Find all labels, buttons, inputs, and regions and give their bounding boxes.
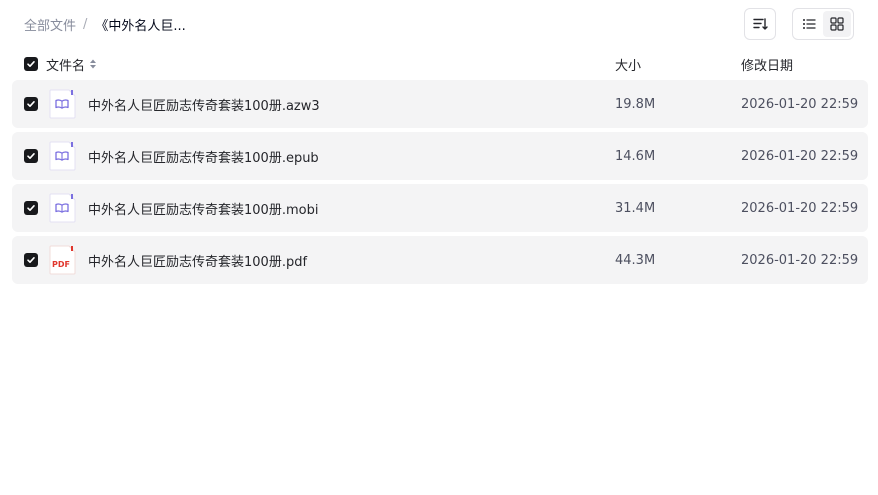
sort-list-icon <box>753 18 768 30</box>
grid-view-button[interactable] <box>823 11 851 37</box>
breadcrumb-current-folder: 《中外名人巨... <box>95 18 186 34</box>
name-column-header[interactable]: 文件名 <box>46 55 97 74</box>
file-row[interactable]: PDF 中外名人巨匠励志传奇套装100册.pdf 44.3M 2026-01-2… <box>12 236 868 284</box>
file-row[interactable]: 中外名人巨匠励志传奇套装100册.epub 14.6M 2026-01-20 2… <box>12 132 868 180</box>
file-name[interactable]: 中外名人巨匠励志传奇套装100册.azw3 <box>88 95 320 114</box>
file-name[interactable]: 中外名人巨匠励志传奇套装100册.mobi <box>88 199 318 218</box>
ebook-file-icon <box>49 141 76 171</box>
file-name[interactable]: 中外名人巨匠励志传奇套装100册.pdf <box>88 251 307 270</box>
file-size: 44.3M <box>615 252 656 268</box>
sort-button[interactable] <box>744 8 776 40</box>
ebook-file-icon <box>49 193 76 223</box>
file-list: 中外名人巨匠励志传奇套装100册.azw3 19.8M 2026-01-20 2… <box>12 80 868 288</box>
list-view-button[interactable] <box>795 11 823 37</box>
file-date: 2026-01-20 22:59 <box>741 148 859 164</box>
checkmark-icon <box>27 205 35 211</box>
file-size: 14.6M <box>615 148 656 164</box>
file-row[interactable]: 中外名人巨匠励志传奇套装100册.azw3 19.8M 2026-01-20 2… <box>12 80 868 128</box>
date-column-header[interactable]: 修改日期 <box>741 55 793 74</box>
grid-view-icon <box>830 17 844 31</box>
checkmark-icon <box>27 257 35 263</box>
file-name[interactable]: 中外名人巨匠励志传奇套装100册.epub <box>88 147 319 166</box>
ebook-file-icon <box>49 89 76 119</box>
row-checkbox[interactable] <box>24 149 38 163</box>
file-list-header: 文件名 大小 修改日期 <box>12 52 868 76</box>
select-all-checkbox[interactable] <box>24 57 38 71</box>
row-checkbox[interactable] <box>24 97 38 111</box>
breadcrumb: 全部文件 / 《中外名人巨... <box>24 14 186 34</box>
checkmark-icon <box>27 61 35 67</box>
row-checkbox[interactable] <box>24 201 38 215</box>
size-column-header[interactable]: 大小 <box>615 55 641 74</box>
pdf-file-icon: PDF <box>49 245 76 275</box>
list-view-icon <box>803 19 816 29</box>
breadcrumb-root-link[interactable]: 全部文件 <box>24 15 76 34</box>
name-column-label: 文件名 <box>46 58 86 74</box>
file-date: 2026-01-20 22:59 <box>741 252 859 268</box>
file-date: 2026-01-20 22:59 <box>741 96 859 112</box>
file-row[interactable]: 中外名人巨匠励志传奇套装100册.mobi 31.4M 2026-01-20 2… <box>12 184 868 232</box>
file-date: 2026-01-20 22:59 <box>741 200 859 216</box>
checkmark-icon <box>27 153 35 159</box>
file-size: 31.4M <box>615 200 656 216</box>
checkmark-icon <box>27 101 35 107</box>
pdf-icon-label: PDF <box>52 260 70 269</box>
sort-arrows-icon <box>90 59 97 69</box>
file-size: 19.8M <box>615 96 656 112</box>
view-toggle <box>792 8 854 40</box>
breadcrumb-separator: / <box>83 16 88 32</box>
row-checkbox[interactable] <box>24 253 38 267</box>
